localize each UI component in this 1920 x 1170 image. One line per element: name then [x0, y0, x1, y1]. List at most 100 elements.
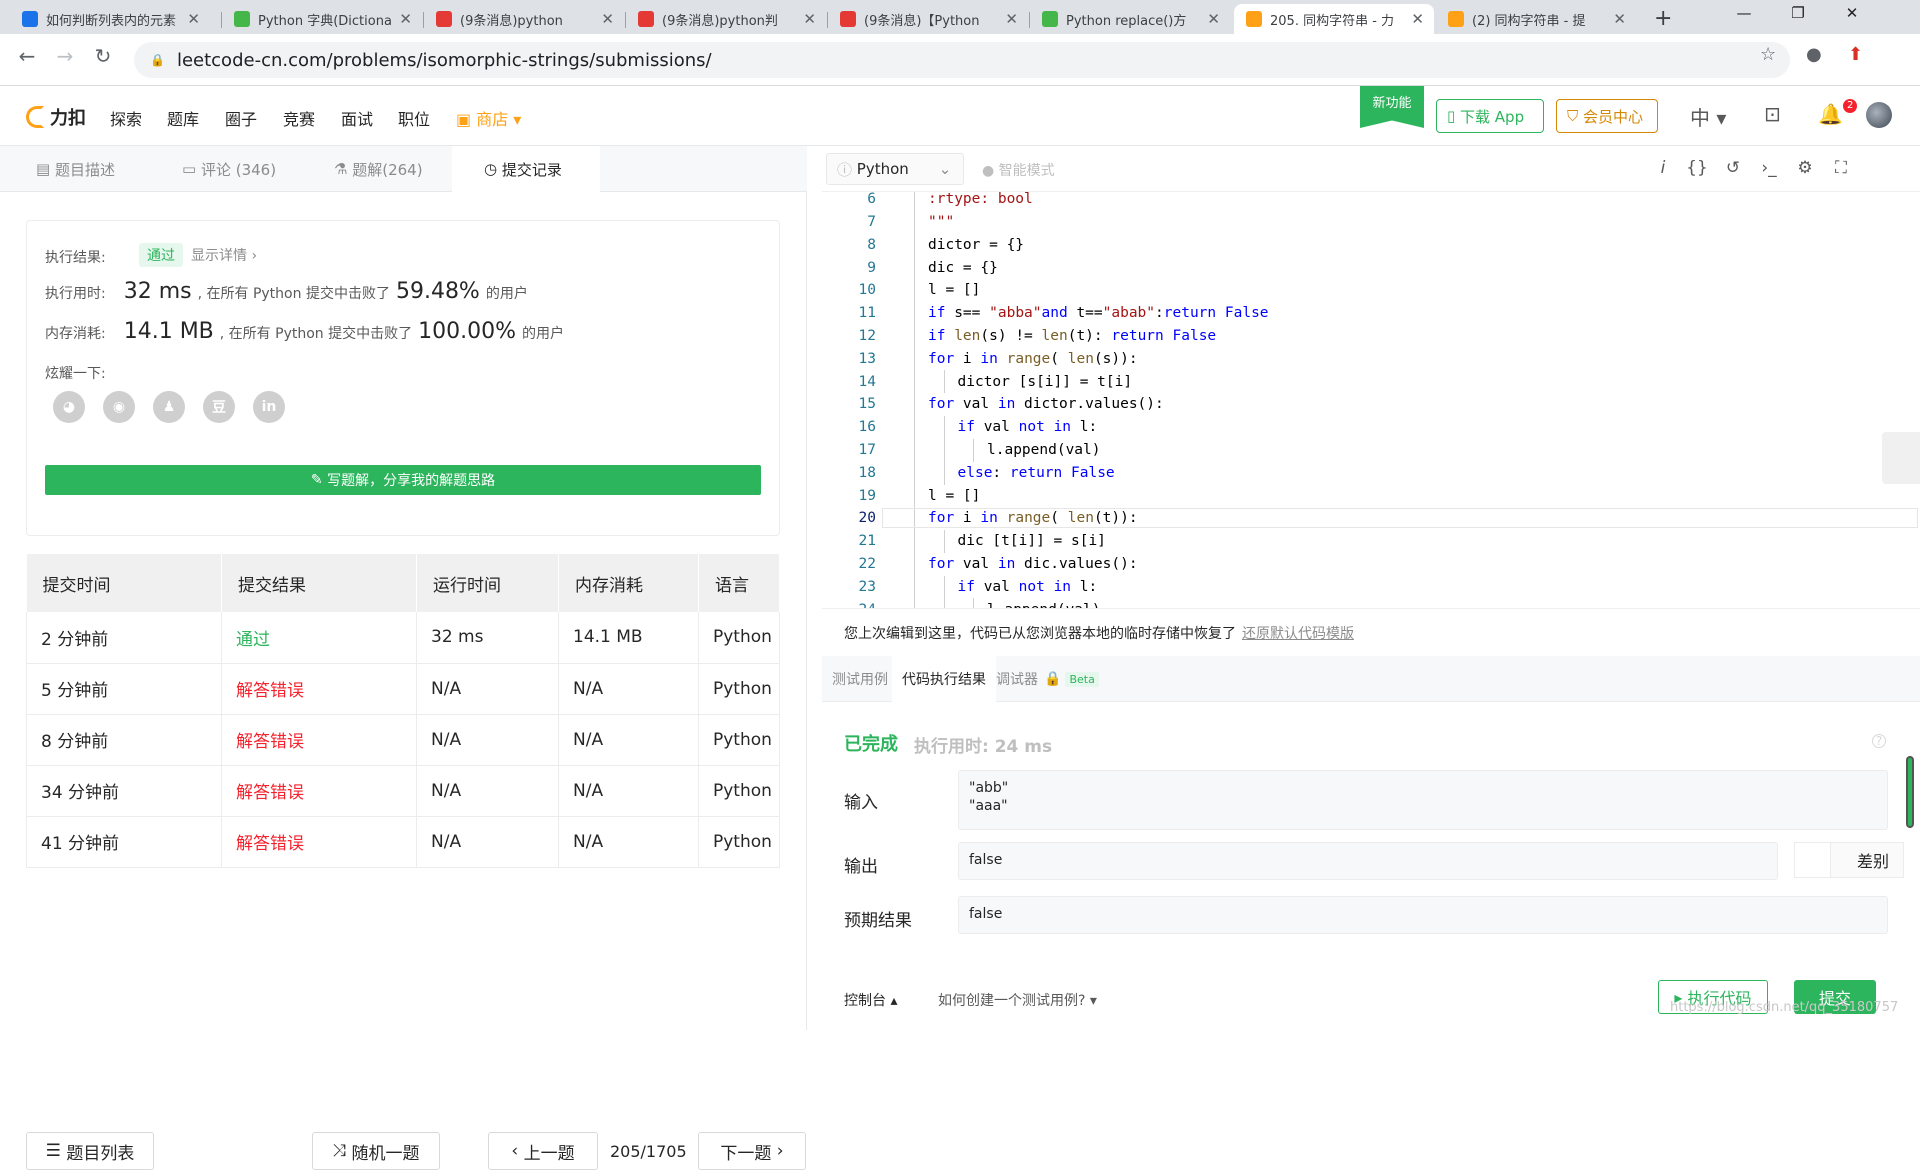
- cell-runtime: N/A: [416, 816, 559, 868]
- indent-guide: [943, 438, 945, 462]
- table-row[interactable]: 5 分钟前 解答错误 N/A N/A Python: [26, 663, 780, 715]
- nav-shop[interactable]: ▣ 商店 ▾: [456, 106, 521, 130]
- avatar[interactable]: [1866, 102, 1892, 128]
- nav-problems[interactable]: 题库: [167, 106, 199, 130]
- bookmark-star-icon[interactable]: ☆: [1760, 44, 1776, 65]
- table-row[interactable]: 34 分钟前 解答错误 N/A N/A Python: [26, 765, 780, 817]
- close-tab-icon[interactable]: ✕: [1207, 10, 1220, 28]
- close-tab-icon[interactable]: ✕: [1411, 10, 1424, 28]
- cell-result[interactable]: 解答错误: [221, 663, 417, 715]
- profile-icon[interactable]: ●: [1806, 44, 1822, 65]
- next-problem-button[interactable]: 下一题 ›: [698, 1132, 806, 1170]
- weibo-icon[interactable]: ◉: [103, 391, 135, 423]
- url-text: leetcode-cn.com/problems/isomorphic-stri…: [176, 49, 712, 71]
- close-window-button[interactable]: ✕: [1832, 4, 1872, 22]
- browser-tab[interactable]: (9条消息)python判 ✕: [626, 4, 826, 34]
- help-icon[interactable]: ?: [1872, 734, 1886, 748]
- browser-tab-title: Python replace()方: [1066, 13, 1187, 29]
- indent-guide: [943, 575, 945, 599]
- extension-icon[interactable]: ⬆: [1848, 44, 1863, 65]
- browser-tab[interactable]: Python 字典(Dictionary) ✕: [222, 4, 422, 34]
- browser-tab[interactable]: (9条消息)【Python ✕: [828, 4, 1028, 34]
- wechat-icon[interactable]: ◕: [53, 391, 85, 423]
- settings-icon[interactable]: ⚙: [1794, 158, 1816, 178]
- language-select[interactable]: ⓘ Python ⌄: [826, 153, 964, 185]
- tab-submissions[interactable]: ◷ 提交记录: [452, 146, 600, 193]
- browser-tab[interactable]: Python replace()方 ✕: [1030, 4, 1230, 34]
- close-tab-icon[interactable]: ✕: [187, 10, 200, 28]
- table-row[interactable]: 8 分钟前 解答错误 N/A N/A Python: [26, 714, 780, 766]
- tab-testcase[interactable]: 测试用例: [822, 656, 898, 702]
- info-italic-icon[interactable]: i: [1652, 158, 1674, 178]
- language-switch[interactable]: 中 ▾: [1690, 102, 1726, 131]
- close-tab-icon[interactable]: ✕: [1005, 10, 1018, 28]
- nav-interview[interactable]: 面试: [341, 106, 373, 130]
- tab-comments[interactable]: ▭ 评论 (346): [174, 146, 284, 192]
- logo-text: 力扣: [50, 108, 86, 129]
- cell-result[interactable]: 解答错误: [221, 765, 417, 817]
- cell-result[interactable]: 解答错误: [221, 714, 417, 766]
- browser-tab[interactable]: (9条消息)python ✕: [424, 4, 624, 34]
- tab-debugger[interactable]: 调试器 🔒 Beta: [986, 656, 1109, 702]
- douban-icon[interactable]: 豆: [203, 391, 235, 423]
- howto-testcase-link[interactable]: 如何创建一个测试用例? ▾: [938, 990, 1097, 1010]
- tab-run-result[interactable]: 代码执行结果: [892, 656, 996, 702]
- col-time: 提交时间: [26, 554, 222, 612]
- browser-tab[interactable]: (2) 同构字符串 - 提 ✕: [1436, 4, 1636, 34]
- result-card: 执行结果: 通过 显示详情 › 执行用时: 32 ms , 在所有 Python…: [26, 220, 780, 536]
- close-tab-icon[interactable]: ✕: [399, 10, 412, 28]
- new-tab-button[interactable]: +: [1654, 6, 1672, 31]
- nav-circle[interactable]: 圈子: [225, 106, 257, 130]
- qq-icon[interactable]: ♟: [153, 391, 185, 423]
- reload-icon[interactable]: ↻: [90, 44, 116, 68]
- cell-result[interactable]: 通过: [221, 612, 417, 664]
- bell-icon[interactable]: 🔔: [1818, 102, 1843, 126]
- side-panel-handle[interactable]: [1882, 432, 1920, 484]
- linkedin-icon[interactable]: in: [253, 391, 285, 423]
- playground-icon[interactable]: ⊡: [1764, 102, 1781, 126]
- download-app-button[interactable]: ▯ 下载 App: [1436, 99, 1544, 133]
- leetcode-logo[interactable]: 力扣: [26, 104, 86, 130]
- restore-default-link[interactable]: 还原默认代码模版: [1242, 623, 1354, 643]
- line-number: 7: [867, 214, 876, 231]
- prev-problem-button[interactable]: ‹ 上一题: [488, 1132, 598, 1170]
- nav-jobs[interactable]: 职位: [398, 106, 430, 130]
- tab-solutions[interactable]: ⚗ 题解(264): [326, 146, 431, 192]
- braces-icon[interactable]: {}: [1686, 158, 1708, 178]
- table-row[interactable]: 2 分钟前 通过 32 ms 14.1 MB Python: [26, 612, 780, 664]
- problem-list-button[interactable]: ☰ 题目列表: [26, 1132, 154, 1170]
- close-tab-icon[interactable]: ✕: [601, 10, 614, 28]
- code-editor[interactable]: 6:rtype: bool 7 """ 8 dictor = {} 9 dic = {} 10…: [822, 192, 1920, 608]
- tab-description[interactable]: ▤ 题目描述: [28, 146, 123, 192]
- download-app-label: 下载 App: [1460, 107, 1525, 126]
- fullscreen-icon[interactable]: ⛶: [1830, 158, 1852, 178]
- minimize-button[interactable]: —: [1724, 4, 1764, 22]
- table-header-row: 提交时间 提交结果 运行时间 内存消耗 语言: [26, 554, 780, 612]
- reset-icon[interactable]: ↺: [1722, 158, 1744, 178]
- maximize-button[interactable]: ❐: [1778, 4, 1818, 22]
- nav-contest[interactable]: 竞赛: [283, 106, 315, 130]
- vip-center-button[interactable]: ⛉ 会员中心: [1556, 99, 1658, 133]
- terminal-icon[interactable]: ›_: [1758, 158, 1780, 178]
- browser-tab[interactable]: 如何判断列表内的元素 ✕: [10, 4, 210, 34]
- url-input[interactable]: 🔒 leetcode-cn.com/problems/isomorphic-st…: [134, 42, 1790, 78]
- back-icon[interactable]: ←: [14, 44, 40, 68]
- diff-toggle[interactable]: 差别: [1794, 842, 1904, 878]
- write-solution-button[interactable]: ✎ 写题解，分享我的解题思路: [45, 465, 761, 495]
- forward-icon[interactable]: →: [52, 44, 78, 68]
- left-tabs: ▤ 题目描述 ▭ 评论 (346) ⚗ 题解(264) ◷ 提交记录: [0, 146, 807, 193]
- table-row[interactable]: 41 分钟前 解答错误 N/A N/A Python: [26, 816, 780, 868]
- browser-tab[interactable]: 205. 同构字符串 - 力 ✕: [1234, 4, 1434, 34]
- nav-explore[interactable]: 探索: [110, 106, 142, 130]
- cell-result[interactable]: 解答错误: [221, 816, 417, 868]
- diff-switch[interactable]: [1795, 843, 1831, 877]
- new-feature-badge[interactable]: 新功能: [1360, 86, 1424, 128]
- close-tab-icon[interactable]: ✕: [803, 10, 816, 28]
- show-detail-link[interactable]: 显示详情 ›: [191, 245, 257, 265]
- random-problem-button[interactable]: ⤨ 随机一题: [312, 1132, 440, 1170]
- console-toggle[interactable]: 控制台 ▴: [844, 990, 897, 1010]
- close-tab-icon[interactable]: ✕: [1613, 10, 1626, 28]
- expected-box: false: [958, 896, 1888, 934]
- smart-mode-toggle[interactable]: ● 智能模式: [982, 160, 1055, 180]
- result-scrollbar[interactable]: [1906, 756, 1914, 828]
